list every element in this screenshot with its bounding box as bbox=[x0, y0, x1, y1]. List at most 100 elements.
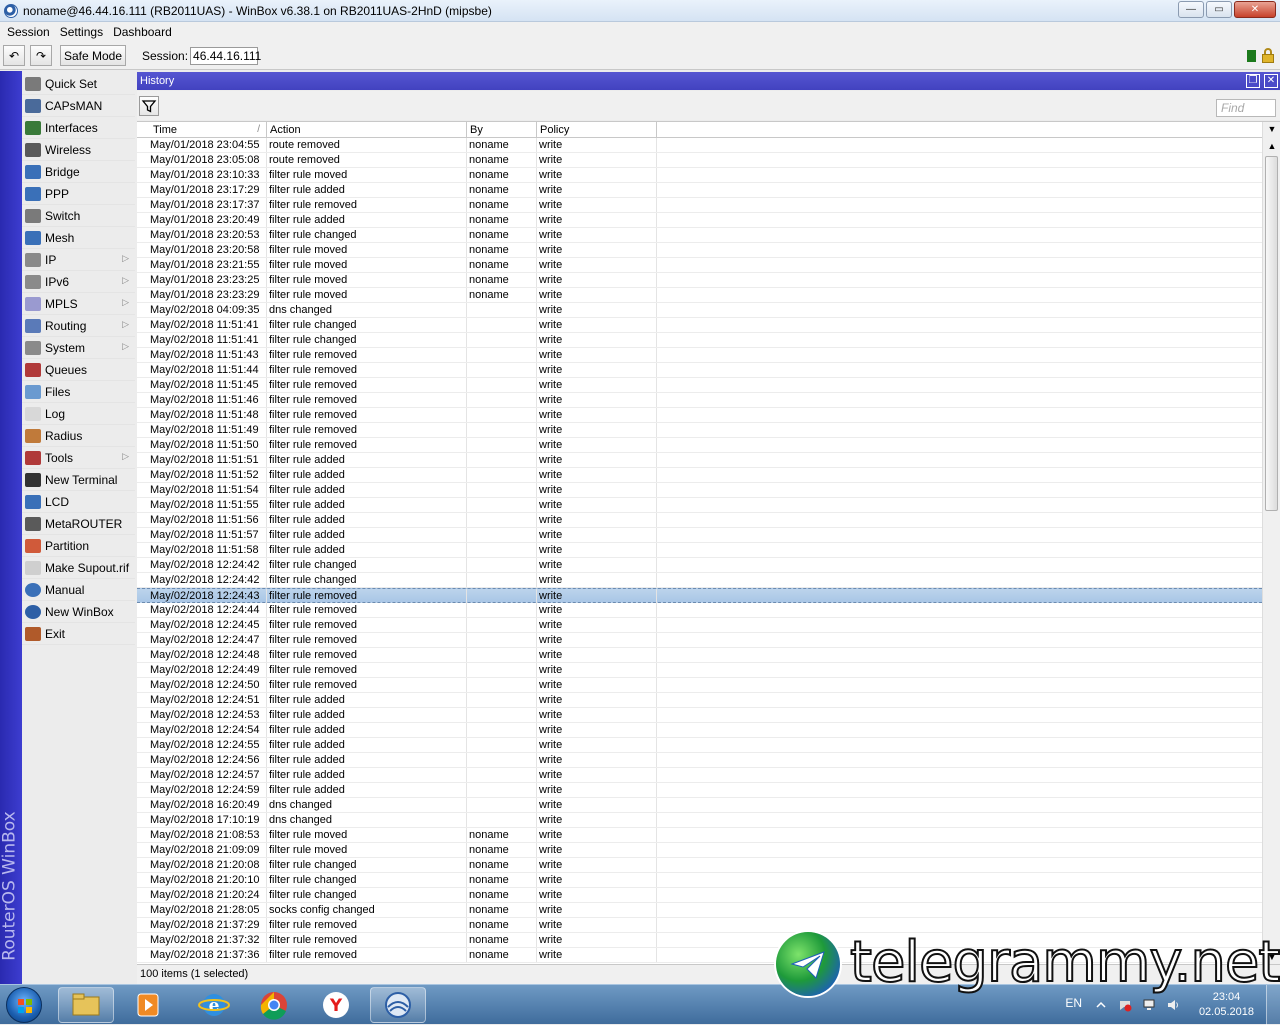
sidebar-item-quick-set[interactable]: Quick Set bbox=[22, 73, 135, 95]
table-row[interactable]: May/02/2018 04:09:35 dns changed write bbox=[137, 303, 1262, 318]
internet-explorer-taskbar-button[interactable]: e bbox=[186, 987, 242, 1023]
explorer-taskbar-button[interactable] bbox=[58, 987, 114, 1023]
table-row[interactable]: May/01/2018 23:23:29 filter rule moved non… bbox=[137, 288, 1262, 303]
yandex-browser-taskbar-button[interactable]: Y bbox=[308, 987, 364, 1023]
table-row[interactable]: May/01/2018 23:23:25 filter rule moved non… bbox=[137, 273, 1262, 288]
table-row[interactable]: May/02/2018 12:24:53 filter rule added wri… bbox=[137, 708, 1262, 723]
sidebar-item-metarouter[interactable]: MetaROUTER bbox=[22, 513, 135, 535]
table-row[interactable]: May/02/2018 11:51:55 filter rule added wri… bbox=[137, 498, 1262, 513]
table-row[interactable]: May/02/2018 11:51:56 filter rule added wri… bbox=[137, 513, 1262, 528]
scrollbar-thumb[interactable] bbox=[1265, 156, 1278, 511]
column-menu-icon[interactable]: ▼ bbox=[1264, 122, 1280, 137]
table-row[interactable]: May/02/2018 12:24:50 filter rule removed w… bbox=[137, 678, 1262, 693]
menu-dashboard[interactable]: Dashboard bbox=[108, 25, 177, 39]
history-window-titlebar[interactable]: History ❐ ✕ bbox=[137, 72, 1280, 90]
table-row[interactable]: May/01/2018 23:17:37 filter rule removed n… bbox=[137, 198, 1262, 213]
table-row[interactable]: May/01/2018 23:20:58 filter rule moved non… bbox=[137, 243, 1262, 258]
table-row[interactable]: May/02/2018 11:51:58 filter rule added wri… bbox=[137, 543, 1262, 558]
table-row[interactable]: May/02/2018 12:24:42 filter rule changed w… bbox=[137, 573, 1262, 588]
table-row[interactable]: May/02/2018 12:24:56 filter rule added wri… bbox=[137, 753, 1262, 768]
table-row[interactable]: May/02/2018 12:24:57 filter rule added wri… bbox=[137, 768, 1262, 783]
sidebar-item-bridge[interactable]: Bridge bbox=[22, 161, 135, 183]
table-row[interactable]: May/02/2018 21:20:08 filter rule changed n… bbox=[137, 858, 1262, 873]
table-row[interactable]: May/02/2018 11:51:52 filter rule added wri… bbox=[137, 468, 1262, 483]
media-player-taskbar-button[interactable] bbox=[120, 987, 176, 1023]
sidebar-item-lcd[interactable]: LCD bbox=[22, 491, 135, 513]
table-row[interactable]: May/02/2018 12:24:49 filter rule removed w… bbox=[137, 663, 1262, 678]
table-row[interactable]: May/02/2018 11:51:50 filter rule removed w… bbox=[137, 438, 1262, 453]
menu-session[interactable]: Session bbox=[2, 25, 55, 39]
table-row[interactable]: May/01/2018 23:21:55 filter rule moved non… bbox=[137, 258, 1262, 273]
table-row[interactable]: May/02/2018 11:51:45 filter rule removed w… bbox=[137, 378, 1262, 393]
sidebar-item-mesh[interactable]: Mesh bbox=[22, 227, 135, 249]
sidebar-item-queues[interactable]: Queues bbox=[22, 359, 135, 381]
column-time[interactable]: Time / bbox=[150, 122, 267, 138]
close-button[interactable]: ✕ bbox=[1234, 1, 1276, 18]
column-by[interactable]: By bbox=[467, 122, 537, 138]
session-field[interactable]: 46.44.16.111 bbox=[190, 46, 261, 65]
table-row[interactable]: May/02/2018 12:24:51 filter rule added wri… bbox=[137, 693, 1262, 708]
action-center-icon[interactable] bbox=[1118, 998, 1132, 1012]
sidebar-item-interfaces[interactable]: Interfaces bbox=[22, 117, 135, 139]
close-window-button[interactable]: ✕ bbox=[1264, 74, 1278, 88]
sidebar-item-capsman[interactable]: CAPsMAN bbox=[22, 95, 135, 117]
table-row[interactable]: May/02/2018 12:24:54 filter rule added wri… bbox=[137, 723, 1262, 738]
column-action[interactable]: Action bbox=[267, 122, 467, 138]
table-row[interactable]: May/02/2018 21:28:05 socks config changed… bbox=[137, 903, 1262, 918]
table-row[interactable]: May/02/2018 11:51:43 filter rule removed w… bbox=[137, 348, 1262, 363]
table-row[interactable]: May/02/2018 12:24:43 filter rule removed w… bbox=[137, 588, 1262, 603]
filter-button[interactable] bbox=[139, 96, 159, 116]
redo-button[interactable]: ↷ bbox=[30, 45, 52, 66]
table-row[interactable]: May/01/2018 23:04:55 route removed noname w… bbox=[137, 138, 1262, 153]
table-row[interactable]: May/02/2018 11:51:51 filter rule added wri… bbox=[137, 453, 1262, 468]
table-row[interactable]: May/02/2018 21:20:24 filter rule changed n… bbox=[137, 888, 1262, 903]
sidebar-item-ipv6[interactable]: IPv6 ▷ bbox=[22, 271, 135, 293]
table-row[interactable]: May/02/2018 12:24:55 filter rule added wri… bbox=[137, 738, 1262, 753]
network-icon[interactable] bbox=[1142, 998, 1156, 1012]
window-titlebar[interactable]: noname@46.44.16.111 (RB2011UAS) - WinBox… bbox=[0, 0, 1280, 22]
column-policy[interactable]: Policy bbox=[537, 122, 657, 138]
table-row[interactable]: May/02/2018 11:51:48 filter rule removed w… bbox=[137, 408, 1262, 423]
table-row[interactable]: May/02/2018 11:51:41 filter rule changed w… bbox=[137, 318, 1262, 333]
language-indicator[interactable]: EN bbox=[1065, 996, 1082, 1010]
table-row[interactable]: May/02/2018 11:51:44 filter rule removed w… bbox=[137, 363, 1262, 378]
table-row[interactable]: May/02/2018 11:51:46 filter rule removed w… bbox=[137, 393, 1262, 408]
table-row[interactable]: May/02/2018 16:20:49 dns changed write bbox=[137, 798, 1262, 813]
table-row[interactable]: May/01/2018 23:17:29 filter rule added non… bbox=[137, 183, 1262, 198]
table-row[interactable]: May/02/2018 12:24:47 filter rule removed w… bbox=[137, 633, 1262, 648]
sidebar-item-switch[interactable]: Switch bbox=[22, 205, 135, 227]
table-row[interactable]: May/02/2018 12:24:45 filter rule removed w… bbox=[137, 618, 1262, 633]
winbox-taskbar-button[interactable] bbox=[370, 987, 426, 1023]
sidebar-item-wireless[interactable]: Wireless bbox=[22, 139, 135, 161]
sidebar-item-make-supout-rif[interactable]: Make Supout.rif bbox=[22, 557, 135, 579]
sidebar-item-radius[interactable]: Radius bbox=[22, 425, 135, 447]
table-row[interactable]: May/02/2018 11:51:41 filter rule changed w… bbox=[137, 333, 1262, 348]
table-row[interactable]: May/02/2018 11:51:54 filter rule added wri… bbox=[137, 483, 1262, 498]
table-row[interactable]: May/01/2018 23:10:33 filter rule moved non… bbox=[137, 168, 1262, 183]
scroll-up-button[interactable]: ▲ bbox=[1264, 139, 1280, 154]
sidebar-item-exit[interactable]: Exit bbox=[22, 623, 135, 645]
sidebar-item-system[interactable]: System ▷ bbox=[22, 337, 135, 359]
table-row[interactable]: May/02/2018 17:10:19 dns changed write bbox=[137, 813, 1262, 828]
sidebar-item-mpls[interactable]: MPLS ▷ bbox=[22, 293, 135, 315]
sidebar-item-new-terminal[interactable]: New Terminal bbox=[22, 469, 135, 491]
start-button[interactable] bbox=[6, 987, 42, 1023]
sidebar-item-tools[interactable]: Tools ▷ bbox=[22, 447, 135, 469]
sidebar-item-log[interactable]: Log bbox=[22, 403, 135, 425]
table-row[interactable]: May/02/2018 11:51:57 filter rule added wri… bbox=[137, 528, 1262, 543]
volume-icon[interactable] bbox=[1166, 998, 1180, 1012]
restore-window-button[interactable]: ❐ bbox=[1246, 74, 1260, 88]
chrome-taskbar-button[interactable] bbox=[246, 987, 302, 1023]
sidebar-item-new-winbox[interactable]: New WinBox bbox=[22, 601, 135, 623]
vertical-scrollbar[interactable]: ▼ ▲ ▼ bbox=[1262, 122, 1280, 964]
find-input[interactable]: Find bbox=[1216, 99, 1276, 117]
show-hidden-icons-icon[interactable] bbox=[1094, 998, 1108, 1012]
table-row[interactable]: May/02/2018 11:51:49 filter rule removed w… bbox=[137, 423, 1262, 438]
undo-button[interactable]: ↶ bbox=[3, 45, 25, 66]
table-row[interactable]: May/02/2018 12:24:44 filter rule removed w… bbox=[137, 603, 1262, 618]
table-row[interactable]: May/02/2018 12:24:59 filter rule added wri… bbox=[137, 783, 1262, 798]
sidebar-item-ip[interactable]: IP ▷ bbox=[22, 249, 135, 271]
table-row[interactable]: May/02/2018 21:20:10 filter rule changed n… bbox=[137, 873, 1262, 888]
sidebar-item-partition[interactable]: Partition bbox=[22, 535, 135, 557]
table-row[interactable]: May/02/2018 12:24:48 filter rule removed w… bbox=[137, 648, 1262, 663]
